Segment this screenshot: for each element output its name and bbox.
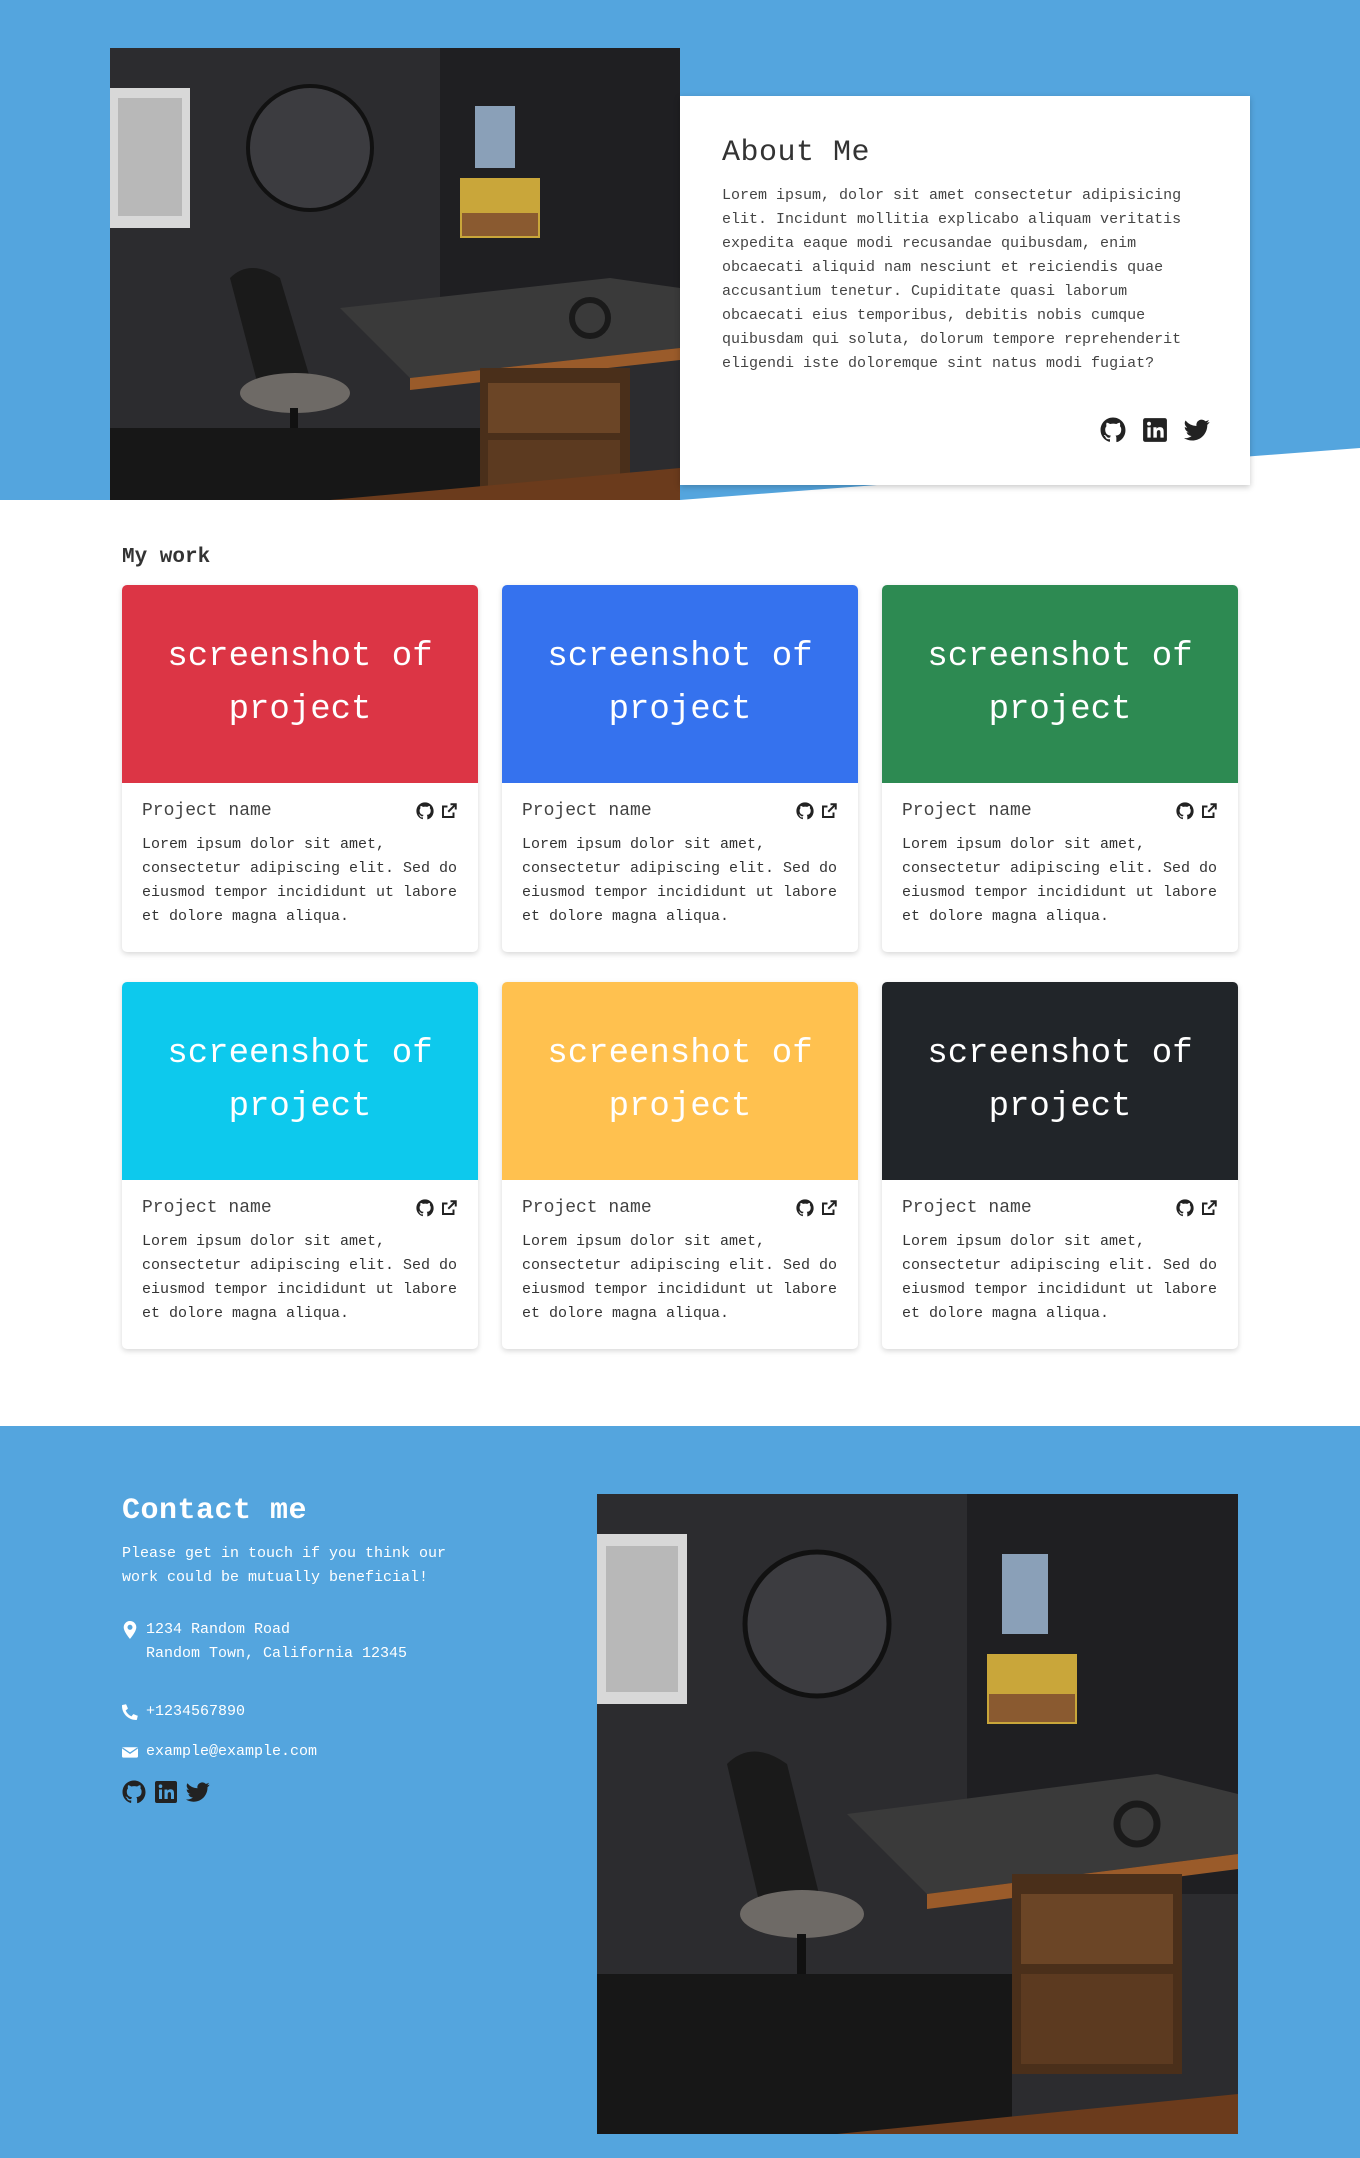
external-link-icon[interactable]	[440, 1199, 458, 1217]
contact-desk-photo	[597, 1494, 1238, 2134]
github-icon[interactable]	[1176, 1199, 1194, 1217]
contact-social-links	[122, 1780, 210, 1804]
contact-text: Please get in touch if you think our wor…	[122, 1545, 447, 1586]
project-screenshot: screenshot of project	[122, 982, 478, 1180]
contact-address: 1234 Random Road Random Town, California…	[122, 1618, 407, 1666]
envelope-icon	[122, 1743, 138, 1761]
phone-icon	[122, 1703, 138, 1721]
phone-number[interactable]: +1234567890	[146, 1700, 245, 1724]
contact-email: example@example.com	[122, 1740, 317, 1764]
project-name: Project name	[522, 801, 652, 821]
project-description: Lorem ipsum dolor sit amet, consectetur …	[522, 1233, 838, 1322]
github-icon[interactable]	[122, 1780, 146, 1804]
contact-section: Contact me Please get in touch if you th…	[0, 1426, 1360, 2158]
linkedin-icon[interactable]	[154, 1780, 178, 1804]
twitter-icon[interactable]	[1184, 417, 1210, 443]
address-line-2: Random Town, California 12345	[146, 1645, 408, 1662]
map-marker-icon	[122, 1621, 138, 1639]
github-icon[interactable]	[416, 1199, 434, 1217]
about-card: About Me Lorem ipsum, dolor sit amet con…	[680, 96, 1250, 485]
project-name: Project name	[142, 1198, 272, 1218]
project-name: Project name	[142, 801, 272, 821]
github-icon[interactable]	[1100, 417, 1126, 443]
project-screenshot: screenshot of project	[502, 585, 858, 783]
project-card: screenshot of project Project name Lorem…	[502, 982, 858, 1349]
hero-section: About Me Lorem ipsum, dolor sit amet con…	[0, 0, 1360, 500]
project-screenshot: screenshot of project	[502, 982, 858, 1180]
github-icon[interactable]	[1176, 802, 1194, 820]
work-heading: My work	[122, 546, 211, 569]
project-card: screenshot of project Project name Lorem…	[882, 585, 1238, 952]
external-link-icon[interactable]	[1200, 802, 1218, 820]
project-card: screenshot of project Project name Lorem…	[502, 585, 858, 952]
twitter-icon[interactable]	[186, 1780, 210, 1804]
external-link-icon[interactable]	[1200, 1199, 1218, 1217]
email-address[interactable]: example@example.com	[146, 1740, 317, 1764]
project-description: Lorem ipsum dolor sit amet, consectetur …	[902, 836, 1218, 925]
contact-phone: +1234567890	[122, 1700, 245, 1724]
about-title: About Me	[722, 136, 871, 170]
project-card: screenshot of project Project name Lorem…	[882, 982, 1238, 1349]
github-icon[interactable]	[416, 802, 434, 820]
github-icon[interactable]	[796, 1199, 814, 1217]
project-description: Lorem ipsum dolor sit amet, consectetur …	[142, 836, 458, 925]
address-line-1: 1234 Random Road	[146, 1621, 291, 1638]
external-link-icon[interactable]	[440, 802, 458, 820]
contact-title: Contact me	[122, 1494, 308, 1528]
project-screenshot: screenshot of project	[882, 585, 1238, 783]
project-name: Project name	[902, 801, 1032, 821]
project-name: Project name	[902, 1198, 1032, 1218]
project-card: screenshot of project Project name Lorem…	[122, 982, 478, 1349]
project-screenshot: screenshot of project	[882, 982, 1238, 1180]
about-text: Lorem ipsum, dolor sit amet consectetur …	[722, 187, 1182, 372]
external-link-icon[interactable]	[820, 802, 838, 820]
project-description: Lorem ipsum dolor sit amet, consectetur …	[522, 836, 838, 925]
linkedin-icon[interactable]	[1142, 417, 1168, 443]
project-screenshot: screenshot of project	[122, 585, 478, 783]
project-description: Lorem ipsum dolor sit amet, consectetur …	[142, 1233, 458, 1322]
project-grid: screenshot of project Project name Lorem…	[122, 585, 1238, 1349]
hero-desk-photo	[110, 48, 680, 500]
about-social-links	[1100, 417, 1210, 443]
project-description: Lorem ipsum dolor sit amet, consectetur …	[902, 1233, 1218, 1322]
project-card: screenshot of project Project name Lorem…	[122, 585, 478, 952]
project-name: Project name	[522, 1198, 652, 1218]
external-link-icon[interactable]	[820, 1199, 838, 1217]
github-icon[interactable]	[796, 802, 814, 820]
